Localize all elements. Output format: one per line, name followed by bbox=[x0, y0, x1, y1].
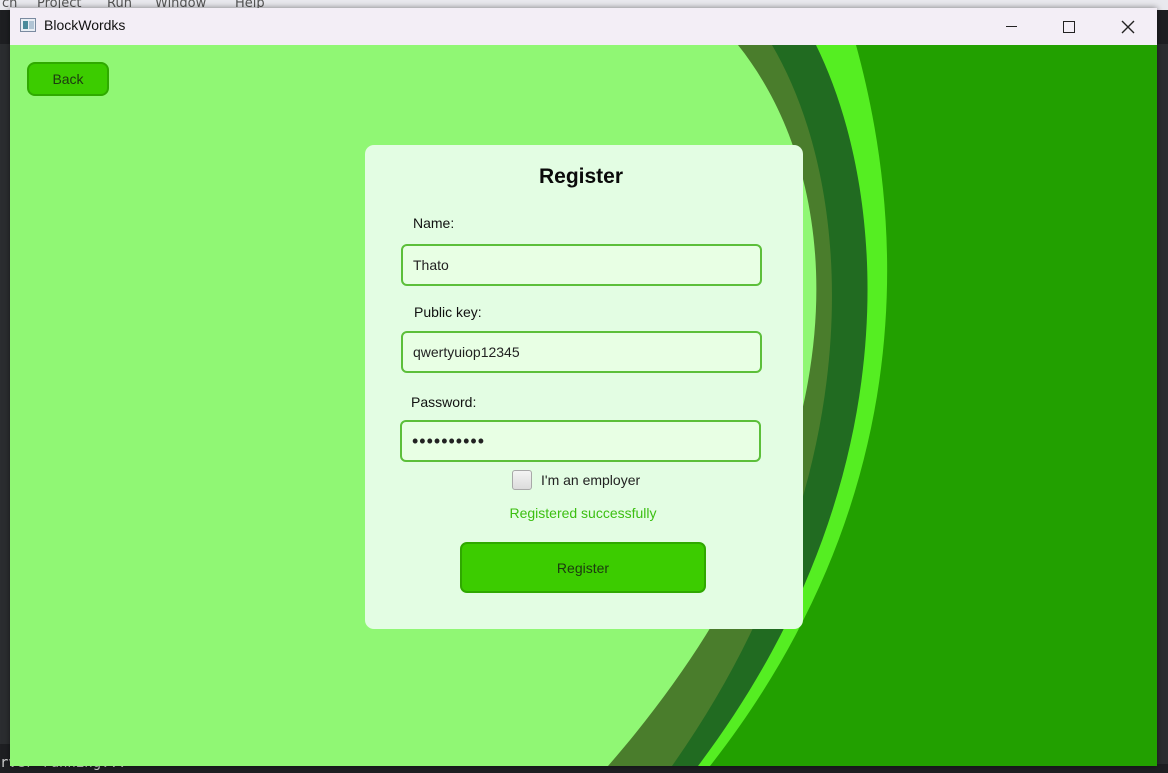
password-label: Password: bbox=[411, 394, 477, 410]
maximize-icon bbox=[1063, 20, 1075, 33]
background-line-gutter bbox=[0, 44, 10, 744]
employer-checkbox-label[interactable]: I'm an employer bbox=[541, 472, 640, 488]
minimize-button[interactable] bbox=[982, 8, 1040, 45]
close-icon bbox=[1121, 20, 1135, 33]
employer-checkbox[interactable] bbox=[512, 470, 532, 490]
status-message: Registered successfully bbox=[509, 505, 657, 521]
register-button[interactable]: Register bbox=[460, 542, 706, 593]
form-title: Register bbox=[538, 165, 624, 188]
public-key-label: Public key: bbox=[414, 304, 482, 320]
background-side-panel bbox=[1157, 44, 1168, 764]
public-key-field[interactable]: qwertyuiop12345 bbox=[401, 331, 762, 373]
app-window: BlockWordks Back Register Name: Thato Pu… bbox=[10, 8, 1157, 766]
app-icon bbox=[20, 18, 36, 32]
name-label: Name: bbox=[413, 215, 455, 231]
minimize-icon bbox=[1005, 26, 1017, 27]
maximize-button[interactable] bbox=[1040, 8, 1098, 45]
main-content: Back Register Name: Thato Public key: qw… bbox=[10, 45, 1157, 766]
title-bar[interactable]: BlockWordks bbox=[10, 8, 1157, 45]
back-button[interactable]: Back bbox=[27, 62, 109, 96]
close-button[interactable] bbox=[1099, 8, 1157, 45]
employer-checkbox-row[interactable]: I'm an employer bbox=[512, 470, 640, 490]
window-title: BlockWordks bbox=[44, 17, 126, 33]
password-field[interactable]: •••••••••• bbox=[400, 420, 761, 462]
register-card: Register Name: Thato Public key: qwertyu… bbox=[365, 145, 803, 629]
name-field[interactable]: Thato bbox=[401, 244, 762, 286]
